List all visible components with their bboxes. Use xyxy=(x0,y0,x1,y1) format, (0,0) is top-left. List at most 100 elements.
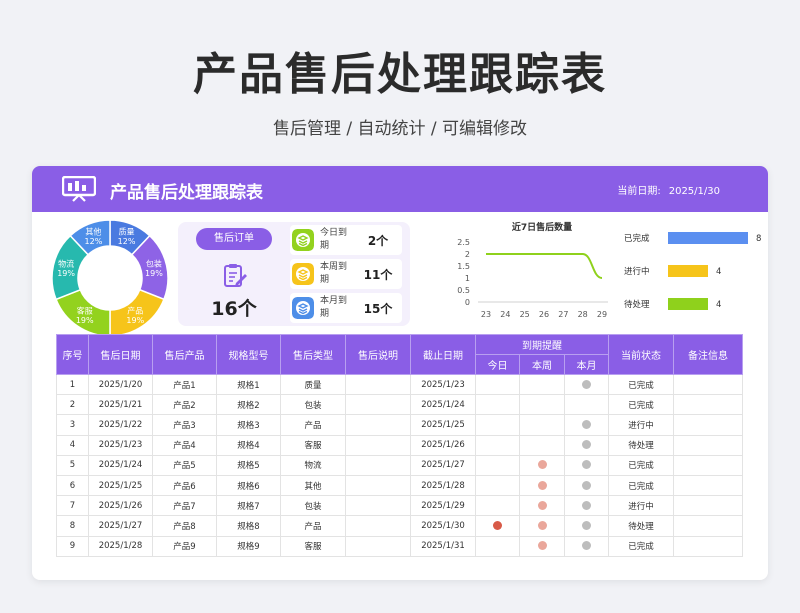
cell-month-reminder xyxy=(563,474,610,497)
cell-type: 质量 xyxy=(280,373,346,396)
x-tick-label: 27 xyxy=(558,310,568,319)
week-due-dot xyxy=(537,541,547,551)
cell-desc xyxy=(345,394,411,416)
cell-status: 进行中 xyxy=(608,495,675,517)
header-model: 规格型号 xyxy=(216,334,281,375)
cell-deadline: 2025/1/26 xyxy=(410,434,476,456)
cell-month-reminder xyxy=(563,535,610,557)
donut-pct-2: 19% xyxy=(126,316,144,325)
cell-type: 客服 xyxy=(280,535,346,557)
donut-pct-1: 19% xyxy=(145,269,163,278)
stack-icon xyxy=(292,263,314,285)
cell-product: 产品4 xyxy=(152,434,217,456)
header-type: 售后类型 xyxy=(280,334,346,375)
cell-status: 已完成 xyxy=(608,454,675,476)
x-tick-label: 28 xyxy=(578,310,588,319)
due-week-value: 11个 xyxy=(363,268,393,282)
cell-week-reminder xyxy=(519,414,565,436)
week-due-dot xyxy=(537,520,547,530)
cell-note xyxy=(673,414,744,436)
after-sales-table-wrap: 序号 售后日期 售后产品 规格型号 售后类型 售后说明 截止日期 到期提醒 当前… xyxy=(56,334,744,557)
cell-model: 规格6 xyxy=(216,474,281,497)
cell-type: 其他 xyxy=(280,474,346,497)
stack-icon xyxy=(292,297,314,319)
cell-today-reminder xyxy=(475,434,520,456)
cell-type: 产品 xyxy=(280,414,346,436)
today-due-dot xyxy=(493,520,502,530)
y-tick-label: 1.5 xyxy=(457,262,470,271)
cell-status: 待处理 xyxy=(608,515,675,537)
month-due-dot xyxy=(582,541,592,551)
x-tick-label: 23 xyxy=(481,310,491,319)
cell-seq: 9 xyxy=(56,535,89,557)
table-row: 3 2025/1/22 产品3 规格3 产品 2025/1/25 进行中 xyxy=(56,414,744,436)
cell-date: 2025/1/23 xyxy=(88,434,153,456)
x-tick-label: 24 xyxy=(500,310,510,319)
page-subtitle: 售后管理 / 自动统计 / 可编辑修改 xyxy=(272,119,528,139)
table-row: 4 2025/1/23 产品4 规格4 客服 2025/1/26 待处理 xyxy=(56,434,744,456)
presentation-board-icon xyxy=(62,176,96,202)
card-header: 产品售后处理跟踪表 当前日期: 2025/1/30 xyxy=(32,166,768,212)
cell-product: 产品5 xyxy=(152,454,217,476)
cell-seq: 3 xyxy=(56,414,89,436)
cell-model: 规格8 xyxy=(216,515,281,537)
header-desc: 售后说明 xyxy=(345,334,411,375)
donut-pct-4: 19% xyxy=(57,269,75,278)
date-label: 当前日期: xyxy=(617,186,661,197)
cell-date: 2025/1/20 xyxy=(88,373,153,396)
cell-month-reminder xyxy=(563,373,610,396)
cell-deadline: 2025/1/31 xyxy=(410,535,476,557)
due-week-item: 本周到期 11个 xyxy=(290,259,402,289)
week-due-dot xyxy=(537,500,547,510)
y-tick-label: 1 xyxy=(465,274,470,283)
order-count: 16个 xyxy=(211,298,257,320)
table-row: 7 2025/1/26 产品7 规格7 包装 2025/1/29 进行中 xyxy=(56,495,744,517)
cell-status: 待处理 xyxy=(608,434,675,456)
cell-note xyxy=(673,474,744,497)
status-bar xyxy=(668,232,748,244)
header-month: 本月 xyxy=(563,354,610,375)
cell-product: 产品8 xyxy=(152,515,217,537)
bar-value-label: 8 xyxy=(756,234,761,244)
due-month-label: 本月到期 xyxy=(320,296,348,319)
header-reminder: 到期提醒 xyxy=(474,334,610,355)
cell-status: 进行中 xyxy=(608,414,675,436)
week-due-dot xyxy=(537,480,547,490)
cell-type: 包装 xyxy=(280,495,346,517)
cell-month-reminder xyxy=(563,454,610,476)
cell-deadline: 2025/1/30 xyxy=(410,515,476,537)
x-tick-label: 25 xyxy=(520,310,530,319)
date-value: 2025/1/30 xyxy=(668,186,720,197)
cell-today-reminder xyxy=(475,414,520,436)
cell-product: 产品6 xyxy=(152,474,217,497)
cell-week-reminder xyxy=(519,434,565,456)
cell-desc xyxy=(345,515,411,537)
donut-label-3: 客服 xyxy=(77,306,93,316)
y-tick-label: 0 xyxy=(465,298,470,307)
tracking-card: 产品售后处理跟踪表 当前日期: 2025/1/30 质量 12% 包装 19% 产品 19%… xyxy=(32,166,768,580)
cell-week-reminder xyxy=(519,474,565,497)
bar-value-label: 4 xyxy=(716,300,721,310)
cell-model: 规格4 xyxy=(216,434,281,456)
cell-product: 产品3 xyxy=(152,414,217,436)
cell-month-reminder xyxy=(563,495,610,517)
cell-type: 客服 xyxy=(280,434,346,456)
cell-today-reminder xyxy=(475,515,520,537)
bar-category-label: 进行中 xyxy=(624,266,650,277)
donut-pct-5: 12% xyxy=(85,237,103,246)
month-due-dot xyxy=(582,480,592,490)
due-month-value: 15个 xyxy=(363,302,393,316)
cell-desc xyxy=(345,474,411,497)
x-tick-label: 26 xyxy=(539,310,549,319)
cell-note xyxy=(673,515,744,537)
bar-category-label: 已完成 xyxy=(624,233,650,244)
donut-pct-0: 12% xyxy=(118,237,136,246)
header-note: 备注信息 xyxy=(673,334,744,375)
y-tick-label: 2 xyxy=(465,250,470,259)
cell-today-reminder xyxy=(475,454,520,476)
week-due-dot xyxy=(537,460,547,470)
header-week: 本周 xyxy=(519,354,565,375)
cell-status: 已完成 xyxy=(608,394,675,416)
cell-product: 产品2 xyxy=(152,394,217,416)
cell-week-reminder xyxy=(519,454,565,476)
